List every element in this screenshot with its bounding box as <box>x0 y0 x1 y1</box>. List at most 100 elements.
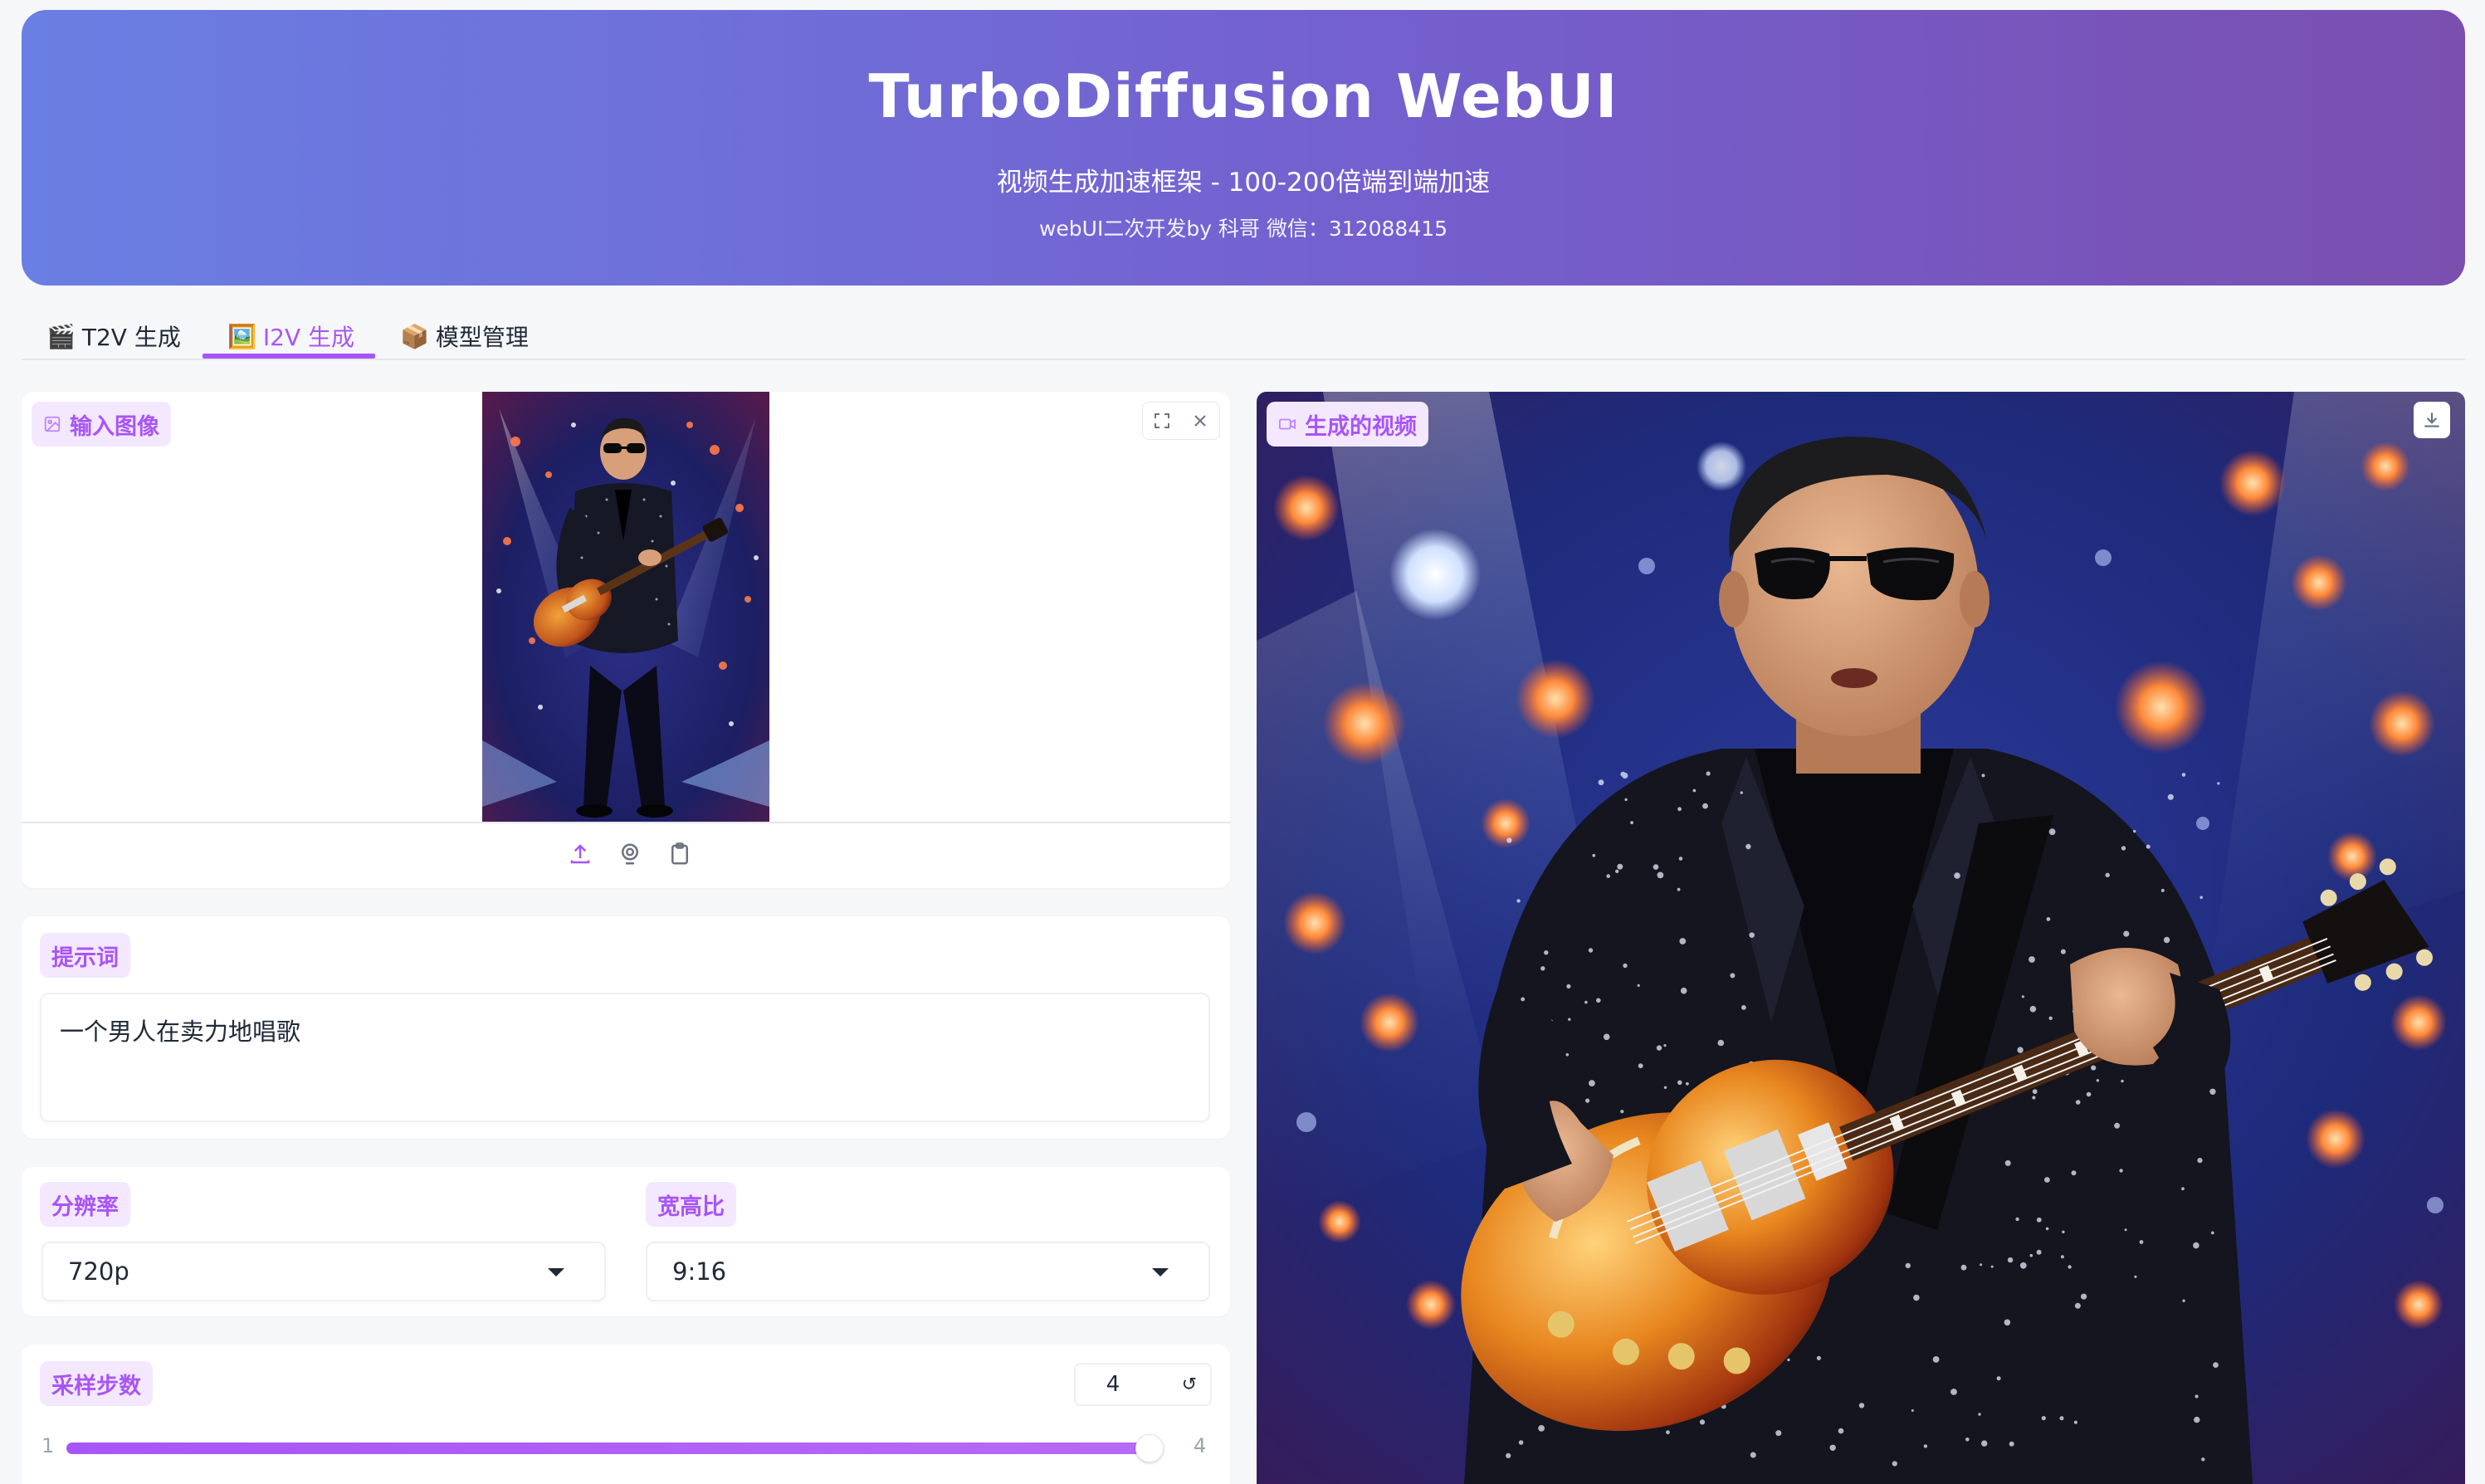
picture-icon: 🖼️ <box>227 322 256 350</box>
jacket-sequin <box>1981 774 1985 778</box>
jacket-sequin <box>1829 1444 1836 1452</box>
jacket-sequin <box>2004 1159 2011 1166</box>
jacket-sequin <box>2071 1170 2077 1176</box>
jacket-sequin <box>1980 1263 1983 1267</box>
jacket-sequin <box>1589 1080 1595 1086</box>
jacket-sequin <box>1932 1356 1940 1363</box>
jacket-sequin <box>2048 1016 2053 1020</box>
jacket-sequin <box>2160 888 2165 892</box>
jacket-sequin <box>1677 807 1682 812</box>
jacket-sequin <box>2139 1240 2144 1244</box>
jacket-sequin <box>2074 1302 2081 1309</box>
jacket-sequin <box>1506 1452 1511 1458</box>
jacket-sequin <box>1623 963 1628 969</box>
jacket-sequin <box>2181 1187 2185 1191</box>
jacket-sequin <box>1960 1264 1967 1271</box>
jacket-sequin <box>2019 1262 2027 1269</box>
sampling-steps-slider[interactable] <box>66 1434 1164 1462</box>
clipboard-icon[interactable] <box>667 842 692 866</box>
chevron-down-icon <box>548 1268 564 1277</box>
tab-i2v-label: I2V 生成 <box>262 324 355 351</box>
jacket-sequin <box>1630 821 1633 825</box>
jacket-sequin <box>1544 950 1549 955</box>
jacket-sequin <box>2075 1100 2081 1105</box>
jacket-sequin <box>1838 1428 1844 1434</box>
jacket-sequin <box>2193 1242 2199 1249</box>
chevron-down-icon <box>1152 1268 1169 1277</box>
jacket-sequin <box>2081 1293 2087 1300</box>
app-subtitle: 视频生成加速框架 - 100-200倍端到端加速 <box>996 168 1491 198</box>
jacket-sequin <box>1518 1440 1524 1445</box>
jacket-sequin <box>1706 771 1711 776</box>
jacket-sequin <box>2046 917 2051 921</box>
jacket-sequin <box>2209 1088 2216 1095</box>
sampling-steps-value: 4 <box>1106 1372 1120 1397</box>
jacket-sequin <box>1816 1355 1821 1360</box>
upload-icon[interactable] <box>568 842 593 866</box>
reset-icon[interactable]: ↺ <box>1182 1374 1197 1395</box>
jacket-sequin <box>2004 1319 2011 1326</box>
jacket-sequin <box>2032 1089 2038 1095</box>
output-video[interactable] <box>1257 392 2465 1484</box>
resolution-value: 720p <box>68 1257 129 1286</box>
jacket-sequin <box>2029 1253 2033 1257</box>
jacket-sequin <box>1638 1063 1643 1069</box>
jacket-sequin <box>1679 938 1687 945</box>
jacket-sequin <box>2060 949 2066 954</box>
prompt-textarea[interactable]: 一个男人在卖力地唱歌 <box>40 993 1210 1122</box>
jacket-sequin <box>1978 1413 1981 1416</box>
aspect-ratio-select[interactable]: 9:16 <box>646 1242 1210 1301</box>
tab-models[interactable]: 📦 模型管理 <box>400 315 529 357</box>
jacket-sequin <box>2146 844 2151 849</box>
jacket-sequin <box>1506 837 1512 843</box>
jacket-sequin <box>1745 843 1751 850</box>
jacket-sequin <box>1565 1053 1570 1057</box>
slider-max: 4 <box>1194 1434 1207 1457</box>
jacket-sequin <box>2213 1362 2219 1368</box>
jacket-sequin <box>1858 1403 1865 1408</box>
jacket-sequin <box>1656 1045 1662 1051</box>
jacket-sequin <box>2029 1005 2037 1013</box>
jacket-sequin <box>1592 853 1596 857</box>
jacket-sequin <box>1617 863 1623 870</box>
jacket-sequin <box>2167 793 2174 800</box>
resolution-select[interactable]: 720p <box>41 1242 606 1301</box>
tab-t2v[interactable]: 🎬 T2V 生成 <box>46 315 181 357</box>
jacket-sequin <box>1680 987 1687 994</box>
package-icon: 📦 <box>400 322 429 350</box>
jacket-sequin <box>1911 1409 1914 1412</box>
prompt-label: 提示词 <box>40 933 130 978</box>
jacket-sequin <box>1905 1262 1911 1269</box>
jacket-sequin <box>1624 798 1628 802</box>
jacket-sequin <box>1990 1265 1994 1268</box>
jacket-sequin <box>2017 1047 2024 1053</box>
image-toolbar <box>1142 402 1220 440</box>
fullscreen-icon[interactable] <box>1152 411 1172 431</box>
download-button[interactable] <box>2414 402 2450 438</box>
download-icon <box>2424 412 2439 427</box>
close-icon[interactable] <box>1190 411 1210 431</box>
jacket-sequin <box>2197 1158 2203 1164</box>
tab-i2v[interactable]: 🖼️ I2V 生成 <box>227 315 354 357</box>
jacket-sequin <box>2073 1420 2077 1424</box>
sampling-steps-input[interactable]: 4 ↺ <box>1074 1363 1212 1406</box>
slider-thumb[interactable] <box>1135 1434 1164 1462</box>
jacket-sequin <box>2045 1227 2049 1231</box>
jacket-sequin <box>1596 998 1601 1003</box>
jacket-sequin <box>1516 899 1521 903</box>
jacket-sequin <box>2041 1416 2046 1421</box>
jacket-sequin <box>2210 1231 2214 1235</box>
input-image-preview[interactable] <box>482 392 769 822</box>
video-icon <box>1278 418 1296 430</box>
webcam-icon[interactable] <box>618 842 642 866</box>
aspect-ratio-value: 9:16 <box>672 1257 727 1286</box>
jacket-sequin <box>1584 1000 1588 1004</box>
jacket-sequin <box>1677 887 1681 891</box>
sampling-steps-label: 采样步数 <box>40 1361 153 1406</box>
input-image-graphic <box>482 392 769 822</box>
header-banner: TurboDiffusion WebUI 视频生成加速框架 - 100-200倍… <box>22 10 2465 286</box>
jacket-sequin <box>2007 1257 2014 1263</box>
tab-models-label: 模型管理 <box>435 324 529 351</box>
sampling-steps-panel <box>22 1345 1230 1484</box>
jacket-sequin <box>1692 788 1697 793</box>
